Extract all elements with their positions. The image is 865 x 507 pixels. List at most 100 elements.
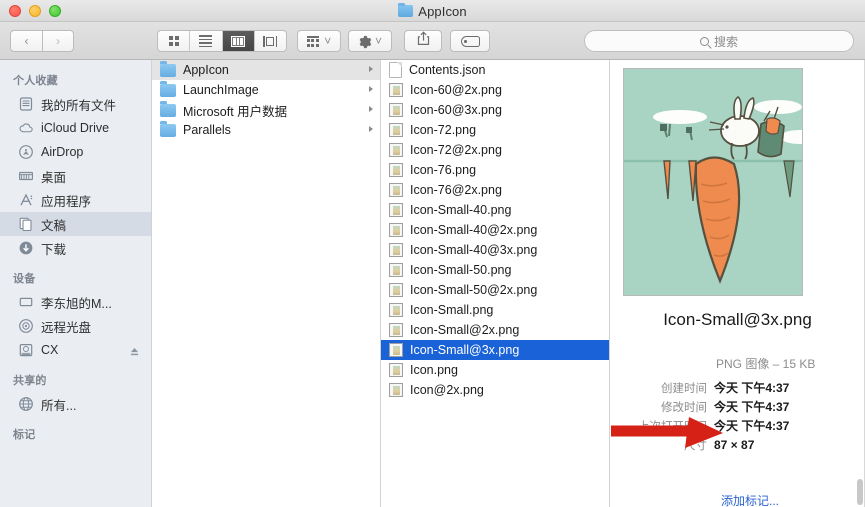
file-name: Icon-76.png	[410, 163, 477, 177]
png-file-icon	[389, 243, 403, 257]
file-row[interactable]: Icon-Small-40.png	[381, 200, 609, 220]
metadata-row: 修改时间 今天 下午4:37	[610, 397, 856, 416]
gear-icon	[358, 35, 372, 48]
laptop-icon	[18, 294, 34, 310]
chevron-down-icon: ˅	[324, 34, 332, 48]
file-row-folder[interactable]: Parallels	[152, 120, 380, 140]
sidebar-section-favorites: 个人收藏	[13, 75, 58, 87]
file-name: Icon-Small.png	[410, 303, 494, 317]
sidebar-item-label: iCloud Drive	[41, 121, 110, 135]
file-row[interactable]: Icon-76@2x.png	[381, 180, 609, 200]
metadata-row: 上次打开时间 今天 下午4:37	[610, 416, 856, 435]
png-file-icon	[389, 323, 403, 337]
file-column-2: Contents.json Icon-60@2x.png Icon-60@3x.…	[381, 60, 610, 507]
metadata-key: 尺寸	[684, 439, 707, 452]
sidebar-item-label: AirDrop	[41, 145, 84, 159]
sidebar-item-label: 应用程序	[41, 194, 92, 209]
png-file-icon	[389, 263, 403, 277]
file-name: Contents.json	[409, 63, 486, 77]
share-button[interactable]	[404, 30, 442, 52]
file-row[interactable]: Icon-60@2x.png	[381, 80, 609, 100]
metadata-value: 今天 下午4:37	[714, 400, 790, 414]
disclosure-arrow-icon	[369, 106, 373, 112]
title-bar: AppIcon	[0, 0, 865, 22]
list-view-button[interactable]	[190, 31, 223, 51]
file-name: Icon-Small-40@3x.png	[410, 243, 538, 257]
sidebar-section-tags: 标记	[13, 429, 36, 441]
file-row[interactable]: Icon-Small-40@3x.png	[381, 240, 609, 260]
back-button[interactable]: ‹	[10, 30, 42, 52]
list-icon	[199, 35, 213, 47]
action-menu-button[interactable]: ˅	[348, 30, 392, 52]
sidebar-item-remote-disc[interactable]: 远程光盘	[0, 314, 151, 338]
sidebar-item-label: CX	[41, 343, 59, 357]
sidebar-item-airdrop[interactable]: AirDrop	[0, 140, 151, 164]
file-row[interactable]: Icon-Small-50.png	[381, 260, 609, 280]
metadata-value: 今天 下午4:37	[714, 381, 790, 395]
png-file-icon	[389, 383, 403, 397]
forward-button[interactable]: ›	[42, 30, 74, 52]
file-name: Icon@2x.png	[410, 383, 484, 397]
icon-view-button[interactable]	[158, 31, 191, 51]
file-row[interactable]: Icon-Small.png	[381, 300, 609, 320]
arrange-by-button[interactable]: ˅	[297, 30, 341, 52]
sidebar-item-label: 文稿	[41, 218, 67, 233]
coverflow-view-button[interactable]	[255, 31, 286, 51]
scrollbar-thumb[interactable]	[857, 479, 863, 505]
network-icon	[18, 396, 34, 412]
sidebar-section-devices: 设备	[13, 273, 36, 285]
window-title: AppIcon	[418, 3, 467, 19]
search-icon	[699, 36, 709, 46]
file-row-folder[interactable]: LaunchImage	[152, 80, 380, 100]
file-row-folder[interactable]: Microsoft 用户数据	[152, 100, 380, 120]
file-row[interactable]: Icon-Small-50@2x.png	[381, 280, 609, 300]
disclosure-arrow-icon	[369, 86, 373, 92]
folder-icon	[160, 121, 176, 137]
edit-tags-button[interactable]	[450, 30, 490, 52]
preview-kind-size: PNG 图像 – 15 KB	[716, 357, 816, 371]
sidebar-section-shared: 共享的	[13, 375, 47, 387]
column-view-button[interactable]	[222, 31, 255, 51]
sidebar-item-cx-drive[interactable]: CX	[0, 338, 151, 362]
file-row-selected[interactable]: Icon-Small@3x.png	[381, 340, 609, 360]
sidebar-item-macbook[interactable]: 李东旭的M...	[0, 290, 151, 314]
file-row[interactable]: Icon@2x.png	[381, 380, 609, 400]
file-row[interactable]: Icon-72@2x.png	[381, 140, 609, 160]
file-row-folder[interactable]: AppIcon	[152, 60, 380, 80]
file-name: Parallels	[183, 123, 231, 137]
png-file-icon	[389, 163, 403, 177]
file-row[interactable]: Contents.json	[381, 60, 609, 80]
sidebar-item-all-my-files[interactable]: 我的所有文件	[0, 92, 151, 116]
file-row[interactable]: Icon-Small@2x.png	[381, 320, 609, 340]
add-tags-link[interactable]: 添加标记...	[721, 492, 779, 507]
png-file-icon	[389, 143, 403, 157]
window-body: 个人收藏 我的所有文件 iCloud Drive AirDrop 桌面 应用程序…	[0, 60, 865, 507]
sidebar-item-desktop[interactable]: 桌面	[0, 164, 151, 188]
metadata-value: 今天 下午4:37	[714, 419, 790, 433]
toolbar: ‹ › ˅ ˅ 搜索	[0, 22, 865, 60]
downloads-icon	[18, 240, 34, 256]
file-row[interactable]: Icon-72.png	[381, 120, 609, 140]
file-row[interactable]: Icon-60@3x.png	[381, 100, 609, 120]
file-row[interactable]: Icon-76.png	[381, 160, 609, 180]
remote-disc-icon	[18, 318, 34, 334]
eject-icon[interactable]	[130, 344, 139, 356]
file-name: Icon-76@2x.png	[410, 183, 502, 197]
sidebar-item-icloud-drive[interactable]: iCloud Drive	[0, 116, 151, 140]
search-input[interactable]: 搜索	[584, 30, 854, 52]
sidebar-item-downloads[interactable]: 下载	[0, 236, 151, 260]
preview-pane: Icon-Small@3x.png PNG 图像 – 15 KB 创建时间 今天…	[610, 60, 865, 507]
file-name: Icon-Small-40@2x.png	[410, 223, 538, 237]
file-row[interactable]: Icon.png	[381, 360, 609, 380]
file-name: AppIcon	[183, 63, 229, 77]
png-file-icon	[389, 103, 403, 117]
sidebar-item-applications[interactable]: 应用程序	[0, 188, 151, 212]
file-row[interactable]: Icon-Small-40@2x.png	[381, 220, 609, 240]
sidebar-item-documents[interactable]: 文稿	[0, 212, 151, 236]
file-name: Icon.png	[410, 363, 458, 377]
file-name: Icon-Small@3x.png	[410, 343, 520, 357]
share-icon	[417, 31, 430, 51]
sidebar-item-all-shared[interactable]: 所有...	[0, 392, 151, 416]
chevron-down-icon: ˅	[374, 34, 382, 48]
drive-icon	[18, 342, 34, 358]
